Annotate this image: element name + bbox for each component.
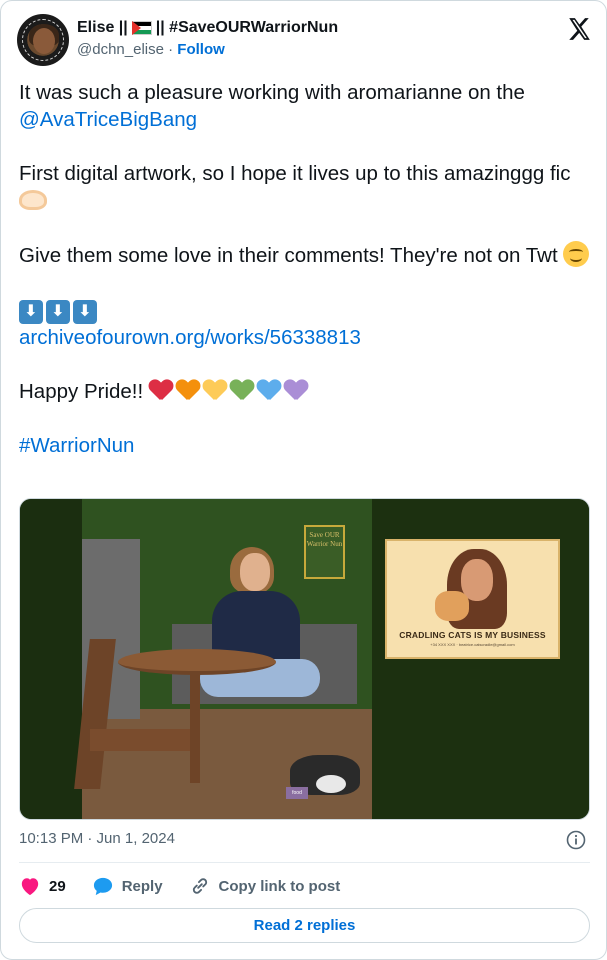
down-arrow-icon: ⬇ <box>19 300 43 324</box>
like-count: 29 <box>49 877 66 895</box>
divider <box>19 862 590 863</box>
tweet-card: Elise || || #SaveOURWarriorNun @dchn_eli… <box>0 0 607 960</box>
small-poster: Save OUR Warrior Nun <box>304 525 345 579</box>
reply-bubble-icon <box>93 877 112 896</box>
action-bar: 29 Reply Copy link to post <box>19 874 366 898</box>
tweet-paragraph-5: Happy Pride!! <box>19 378 590 405</box>
person-face <box>240 553 270 591</box>
left-wall <box>20 499 82 819</box>
tweet-paragraph-1: It was such a pleasure working with arom… <box>19 79 590 133</box>
like-button[interactable]: 29 <box>19 876 66 896</box>
ao3-link[interactable]: archiveofourown.org/works/56338813 <box>19 326 361 349</box>
reply-button[interactable]: Reply <box>92 876 163 896</box>
tweet-line-1: It was such a pleasure working with arom… <box>19 81 525 104</box>
tweet-text: It was such a pleasure working with arom… <box>19 79 590 486</box>
tweet-paragraph-6: #WarriorNun <box>19 432 590 459</box>
tweet-paragraph-2: First digital artwork, so I hope it live… <box>19 160 590 214</box>
small-poster-text: Save OUR Warrior Nun <box>306 531 343 548</box>
heart-hands-icon <box>19 190 47 210</box>
artwork-image[interactable]: Save OUR Warrior Nun food CRADLING CATS … <box>19 498 590 820</box>
heart-icon <box>21 878 39 896</box>
follow-link[interactable]: Follow <box>177 41 225 58</box>
read-replies-button[interactable]: Read 2 replies <box>19 908 590 943</box>
chair-seat <box>90 729 190 751</box>
down-arrow-icon: ⬇ <box>73 300 97 324</box>
table-top <box>118 649 276 675</box>
table-leg <box>190 673 200 783</box>
pride-hearts <box>149 380 311 403</box>
info-icon[interactable] <box>566 830 586 850</box>
handle-row: @dchn_elise · Follow <box>77 41 225 58</box>
display-name[interactable]: Elise || || #SaveOURWarriorNun <box>77 18 338 38</box>
blue-heart-icon <box>257 379 281 401</box>
down-arrow-icon: ⬇ <box>46 300 70 324</box>
red-heart-icon <box>149 379 173 401</box>
tweet-line-2: First digital artwork, so I hope it live… <box>19 162 571 185</box>
tweet-paragraph-3: Give them some love in their comments! T… <box>19 241 590 269</box>
green-heart-icon <box>230 379 254 401</box>
reply-label: Reply <box>121 877 163 895</box>
palestine-flag-icon <box>131 21 152 35</box>
display-name-part1: Elise || <box>77 19 128 36</box>
food-bowl: food <box>286 787 308 799</box>
yellow-heart-icon <box>203 379 227 401</box>
copy-link-label: Copy link to post <box>218 877 341 895</box>
read-replies-label: Read 2 replies <box>253 917 356 934</box>
orange-heart-icon <box>176 379 200 401</box>
big-poster: CRADLING CATS IS MY BUSINESS +34 XXX XXX… <box>385 539 560 659</box>
tweet-header: Elise || || #SaveOURWarriorNun @dchn_eli… <box>17 14 592 66</box>
purple-heart-icon <box>284 379 308 401</box>
tweet-line-3: Give them some love in their comments! T… <box>19 244 558 267</box>
smiling-face-icon <box>563 241 590 267</box>
hashtag-link[interactable]: #WarriorNun <box>19 434 134 457</box>
tweet-paragraph-4: ⬇ ⬇ ⬇ archiveofourown.org/works/56338813 <box>19 296 590 351</box>
separator-dot: · <box>168 41 174 58</box>
avatar-face <box>33 28 55 54</box>
user-handle[interactable]: @dchn_elise <box>77 41 164 58</box>
display-name-part2: || #SaveOURWarriorNun <box>155 19 339 36</box>
timestamp[interactable]: 10:13 PM · Jun 1, 2024 <box>19 830 175 847</box>
x-logo-icon[interactable] <box>566 16 592 42</box>
big-poster-caption: CRADLING CATS IS MY BUSINESS <box>399 630 546 640</box>
copy-link-button[interactable]: Copy link to post <box>189 875 341 897</box>
avatar[interactable] <box>17 14 69 66</box>
link-icon <box>192 878 207 894</box>
mention-link[interactable]: @AvaTriceBigBang <box>19 108 197 131</box>
pride-text: Happy Pride!! <box>19 380 144 403</box>
cat-white-patch <box>316 775 346 793</box>
poster-cat <box>435 591 469 621</box>
big-poster-subtext: +34 XXX XXX · beatrice.catscradle@gmail.… <box>430 642 515 647</box>
